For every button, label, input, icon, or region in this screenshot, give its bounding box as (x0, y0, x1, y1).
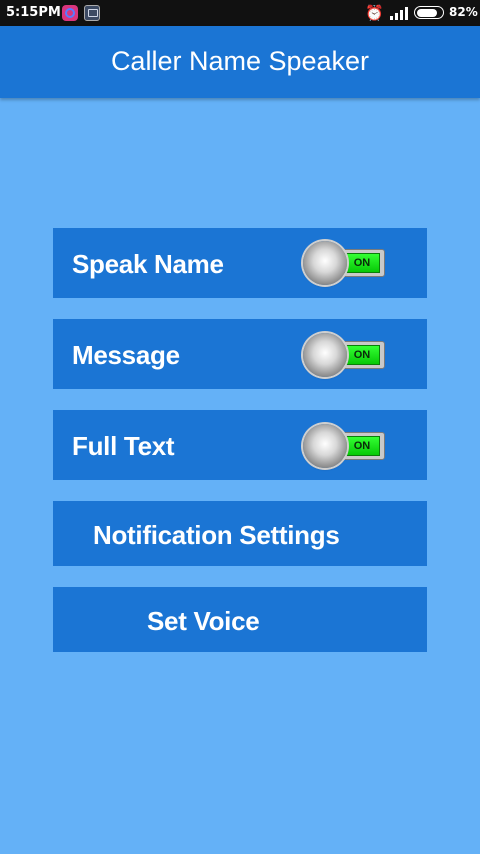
signal-icon (390, 7, 410, 20)
full-text-label: Full Text (72, 431, 175, 461)
battery-icon (414, 6, 444, 19)
toggle-knob (303, 241, 347, 285)
message-label: Message (72, 340, 180, 370)
notification-settings-label: Notification Settings (93, 520, 340, 550)
status-bar: 5:15PM ⏰ 82% (0, 0, 480, 26)
battery-percent: 82% (449, 5, 478, 19)
toggle-knob (303, 333, 347, 377)
battery-fill (416, 8, 437, 17)
message-toggle[interactable]: ON (303, 332, 389, 378)
status-time: 5:15PM (6, 5, 61, 20)
set-voice-label: Set Voice (147, 606, 260, 636)
set-voice-button[interactable]: Set Voice (53, 587, 427, 652)
toggle-on-label: ON (344, 436, 380, 456)
o-app-icon (62, 5, 78, 21)
speak-name-label: Speak Name (72, 249, 224, 279)
app-title: Caller Name Speaker (110, 46, 370, 76)
speak-name-toggle[interactable]: ON (303, 240, 389, 286)
toggle-on-label: ON (344, 345, 380, 365)
toggle-knob (303, 424, 347, 468)
app-bar: Caller Name Speaker (0, 26, 480, 98)
notification-settings-button[interactable]: Notification Settings (53, 501, 427, 566)
full-text-toggle[interactable]: ON (303, 423, 389, 469)
alarm-off-icon: ⏰ (365, 4, 384, 22)
row-speak-name: Speak Name ON (53, 228, 427, 298)
toggle-on-label: ON (344, 253, 380, 273)
photo-icon (84, 5, 100, 21)
row-full-text: Full Text ON (53, 410, 427, 480)
row-message: Message ON (53, 319, 427, 389)
